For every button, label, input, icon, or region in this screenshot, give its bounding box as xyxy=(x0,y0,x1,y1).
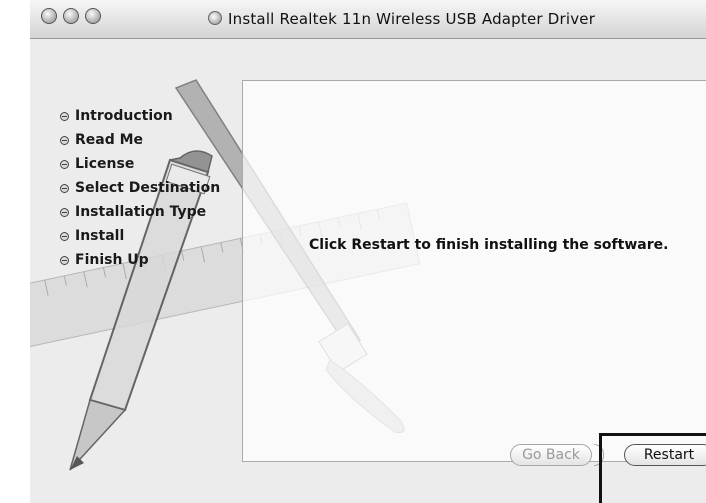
step-label: Read Me xyxy=(75,132,144,148)
step-label: License xyxy=(75,156,135,172)
step-label: Introduction xyxy=(75,108,173,124)
step-bullet-icon xyxy=(60,111,69,121)
highlight-frame xyxy=(599,433,706,503)
step-bullet-icon xyxy=(60,135,69,145)
installer-package-icon xyxy=(208,11,222,25)
content-pane: Click Restart to finish installing the s… xyxy=(242,80,706,462)
step-bullet-icon xyxy=(60,183,69,193)
window-title: Install Realtek 11n Wireless USB Adapter… xyxy=(208,10,595,28)
step-label: Installation Type xyxy=(75,204,207,220)
step-label: Install xyxy=(75,228,125,244)
minimize-button[interactable] xyxy=(63,8,79,24)
step-label: Select Destination xyxy=(75,180,221,196)
title-bar[interactable]: Install Realtek 11n Wireless USB Adapter… xyxy=(30,0,706,39)
step-label: Finish Up xyxy=(75,252,149,268)
go-back-button[interactable]: Go Back xyxy=(510,444,592,466)
installer-window: Install Realtek 11n Wireless USB Adapter… xyxy=(30,0,706,503)
step-bullet-icon xyxy=(60,207,69,217)
step-bullet-icon xyxy=(60,231,69,241)
zoom-button[interactable] xyxy=(85,8,101,24)
step-bullet-icon xyxy=(60,159,69,169)
window-title-text: Install Realtek 11n Wireless USB Adapter… xyxy=(228,10,596,28)
step-bullet-icon xyxy=(60,255,69,265)
restart-message: Click Restart to finish installing the s… xyxy=(309,237,669,253)
close-button[interactable] xyxy=(41,8,57,24)
